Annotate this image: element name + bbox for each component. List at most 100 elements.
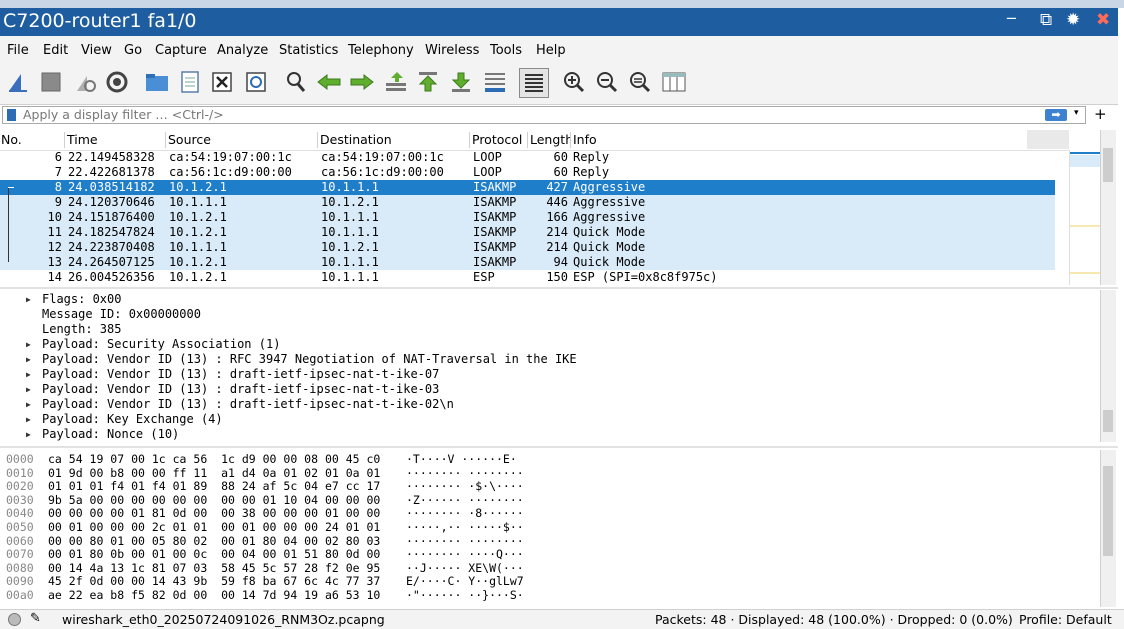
details-scrollbar[interactable] (1100, 290, 1116, 442)
menu-tools[interactable]: Tools (490, 43, 522, 58)
bookmark-icon[interactable] (7, 109, 16, 121)
packet-row[interactable]: 6 22.149458328 ca:54:19:07:00:1c ca:54:19:0… (0, 150, 1055, 165)
column-protocol[interactable]: Protocol (472, 131, 522, 149)
bytes-scrollbar[interactable] (1100, 450, 1116, 607)
packet-list-scrollbar[interactable] (1100, 130, 1116, 285)
first-packet-icon[interactable] (414, 68, 442, 96)
zoom-in-icon[interactable] (560, 68, 588, 96)
detail-line[interactable]: Payload: Vendor ID (13) : RFC 3947 Negot… (42, 352, 577, 367)
scroll-thumb[interactable] (1103, 148, 1113, 182)
byte-ascii[interactable]: ·····,·· ·····$·· (406, 520, 524, 535)
stop-icon[interactable] (37, 68, 65, 96)
expand-arrow-icon[interactable]: ▶ (26, 355, 31, 364)
byte-ascii[interactable]: ·T····V ······E· (406, 452, 517, 467)
byte-ascii[interactable]: ········ ········ (406, 466, 524, 481)
column-no[interactable]: No. (1, 131, 22, 149)
menu-help[interactable]: Help (536, 43, 566, 58)
menu-capture[interactable]: Capture (155, 43, 207, 58)
apply-filter-arrow-icon[interactable]: ➡ (1045, 109, 1067, 121)
forward-arrow-icon[interactable] (348, 68, 376, 96)
packet-row[interactable]: 12 24.223870408 10.1.1.1 10.1.2.1 ISAKMP 214 Q… (0, 240, 1055, 255)
profile-label[interactable]: Profile: Default (1019, 612, 1112, 627)
column-destination[interactable]: Destination (320, 131, 392, 149)
packet-row[interactable]: 14 26.004526356 10.1.2.1 10.1.1.1 ESP 150 ESP … (0, 270, 1055, 285)
expand-arrow-icon[interactable]: ▶ (26, 385, 31, 394)
byte-ascii[interactable]: ··J····· XE\W(··· (406, 561, 524, 576)
packet-row[interactable]: 7 22.422681378 ca:56:1c:d9:00:00 ca:56:1c:d… (0, 165, 1055, 180)
last-packet-icon[interactable] (447, 68, 475, 96)
add-filter-button-icon[interactable]: + (1094, 105, 1107, 123)
byte-hex[interactable]: 00 00 00 00 01 81 0d 00 00 38 00 00 00 0… (48, 507, 380, 521)
column-info[interactable]: Info (573, 131, 597, 149)
back-arrow-icon[interactable] (315, 68, 343, 96)
resize-columns-icon[interactable] (660, 68, 688, 96)
column-length[interactable]: Length (530, 131, 570, 149)
byte-ascii[interactable]: ········ ·$·\···· (406, 480, 524, 494)
byte-hex[interactable]: ae 22 ea b8 f5 82 0d 00 00 14 7d 94 19 a… (48, 588, 380, 603)
maximize-icon[interactable]: ⧉ (1040, 10, 1052, 30)
detail-line[interactable]: Payload: Key Exchange (4) (42, 412, 223, 427)
packet-row[interactable]: 10 24.151876400 10.1.2.1 10.1.1.1 ISAKMP 166 A… (0, 210, 1055, 225)
minimize-icon[interactable]: ‒ (1006, 8, 1017, 28)
menu-file[interactable]: File (7, 43, 29, 58)
byte-ascii[interactable]: ·Z······ ········ (406, 493, 524, 508)
options-gear-icon[interactable] (103, 68, 131, 96)
detail-line[interactable]: Payload: Security Association (1) (42, 337, 280, 352)
byte-hex[interactable]: 00 01 00 00 00 2c 01 01 00 01 00 00 00 2… (48, 520, 380, 535)
expand-arrow-icon[interactable]: ▶ (26, 430, 31, 439)
detail-line[interactable]: Payload: Nonce (10) (42, 427, 179, 442)
detail-line[interactable]: Payload: Vendor ID (13) : draft-ietf-ips… (42, 397, 454, 412)
byte-hex[interactable]: 9b 5a 00 00 00 00 00 00 00 00 01 10 04 0… (48, 493, 380, 508)
packet-row[interactable]: 13 24.264507125 10.1.2.1 10.1.1.1 ISAKMP 94 Qu… (0, 255, 1055, 270)
restart-icon[interactable] (71, 68, 99, 96)
settings-gear-icon[interactable]: ✹ (1066, 10, 1080, 30)
detail-line[interactable]: Payload: Vendor ID (13) : draft-ietf-ips… (42, 367, 439, 382)
packet-row[interactable]: 11 24.182547824 10.1.2.1 10.1.1.1 ISAKMP 214 Q… (0, 225, 1055, 240)
menu-statistics[interactable]: Statistics (279, 43, 338, 58)
byte-hex[interactable]: 00 01 80 0b 00 01 00 0c 00 04 00 01 51 8… (48, 548, 380, 562)
detail-line[interactable]: Flags: 0x00 (42, 292, 121, 307)
reload-icon[interactable] (242, 68, 270, 96)
menu-wireless[interactable]: Wireless (425, 43, 479, 58)
colorize-icon[interactable] (519, 68, 549, 98)
expand-arrow-icon[interactable]: ▶ (26, 295, 31, 304)
packet-row[interactable]: 8 24.038514182 10.1.2.1 10.1.1.1 ISAKMP 427 Ag… (0, 180, 1055, 195)
detail-line[interactable]: Payload: Vendor ID (13) : draft-ietf-ips… (42, 382, 439, 397)
detail-line[interactable]: Message ID: 0x00000000 (42, 307, 201, 322)
go-to-packet-icon[interactable] (382, 68, 410, 96)
byte-hex[interactable]: ca 54 19 07 00 1c ca 56 1c d9 00 00 08 0… (48, 452, 380, 467)
window-titlebar[interactable]: C7200-router1 fa1/0 ‒ ⧉ ✹ ✖ (0, 8, 1118, 36)
find-icon[interactable] (282, 68, 310, 96)
byte-ascii[interactable]: ········ ····Q··· (406, 548, 524, 562)
byte-ascii[interactable]: E/····C· Y··glLw7 (406, 575, 524, 589)
menu-go[interactable]: Go (124, 43, 142, 58)
close-icon[interactable]: ✖ (1096, 10, 1110, 30)
byte-hex[interactable]: 00 00 80 01 00 05 80 02 00 01 80 04 00 0… (48, 534, 380, 549)
display-filter-input[interactable]: Apply a display filter … <Ctrl-/> (2, 106, 1086, 124)
byte-hex[interactable]: 01 9d 00 b8 00 00 ff 11 a1 d4 0a 01 02 0… (48, 466, 380, 481)
menu-view[interactable]: View (81, 43, 112, 58)
byte-hex[interactable]: 45 2f 0d 00 00 14 43 9b 59 f8 ba 67 6c 4… (48, 575, 380, 589)
zoom-reset-icon[interactable] (626, 68, 654, 96)
menu-telephony[interactable]: Telephony (348, 43, 414, 58)
auto-scroll-icon[interactable] (481, 68, 509, 96)
expand-arrow-icon[interactable]: ▶ (26, 415, 31, 424)
byte-hex[interactable]: 00 14 4a 13 1c 81 07 03 58 45 5c 57 28 f… (48, 561, 380, 576)
column-source[interactable]: Source (168, 131, 211, 149)
save-file-icon[interactable] (176, 68, 204, 96)
expand-arrow-icon[interactable]: ▶ (26, 370, 31, 379)
column-time[interactable]: Time (67, 131, 98, 149)
zoom-out-icon[interactable] (593, 68, 621, 96)
shark-fin-start-icon[interactable] (4, 68, 32, 96)
expand-arrow-icon[interactable]: ▶ (26, 340, 31, 349)
byte-ascii[interactable]: ········ ········ (406, 534, 524, 549)
menu-edit[interactable]: Edit (43, 43, 68, 58)
capture-comment-icon[interactable]: ✎ (30, 611, 41, 626)
byte-hex[interactable]: 01 01 01 f4 01 f4 01 89 88 24 af 5c 04 e… (48, 480, 380, 494)
close-file-icon[interactable] (208, 68, 236, 96)
open-folder-icon[interactable] (143, 68, 171, 96)
filter-dropdown-icon[interactable]: ▾ (1074, 108, 1079, 118)
expand-arrow-icon[interactable]: ▶ (26, 400, 31, 409)
expert-info-icon[interactable] (8, 613, 21, 626)
byte-ascii[interactable]: ········ ·8······ (406, 507, 524, 521)
